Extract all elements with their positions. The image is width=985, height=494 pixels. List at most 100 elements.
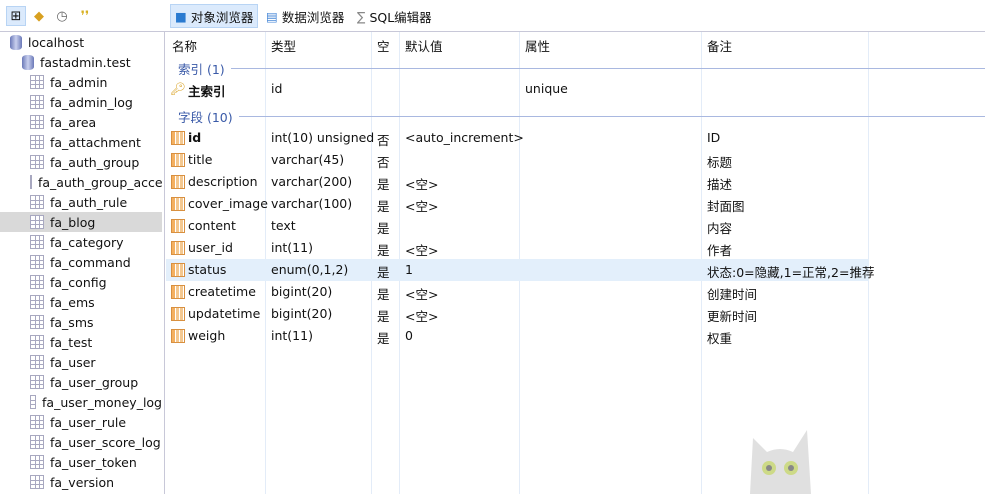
tree-table-fa_user[interactable]: fa_user [0, 352, 162, 372]
structure-grid: 名称 类型 空 默认值 属性 备注 索引 (1) 🔑︎ 主索引 id uniqu… [166, 32, 985, 494]
field-row[interactable]: description varchar(200) 是 <空> 描述 [166, 171, 869, 193]
field-null: 是 [377, 177, 390, 192]
table-icon [30, 315, 44, 329]
field-null: 是 [377, 243, 390, 258]
field-comment: 创建时间 [707, 287, 758, 302]
tree-table-fa_version[interactable]: fa_version [0, 472, 162, 492]
column-icon [171, 329, 185, 343]
field-default: 0 [405, 328, 413, 343]
tree-view-icon[interactable]: ⊞ [6, 6, 26, 26]
table-icon [30, 415, 44, 429]
header-null[interactable]: 空 [377, 36, 390, 55]
tree-table-fa_user_money_log[interactable]: fa_user_money_log [0, 392, 162, 412]
column-icon [171, 285, 185, 299]
field-null: 是 [377, 287, 390, 302]
tree-table-fa_user_score_log[interactable]: fa_user_score_log [0, 432, 162, 452]
column-icon [171, 263, 185, 277]
column-icon [171, 241, 185, 255]
field-row[interactable]: user_id int(11) 是 <空> 作者 [166, 237, 869, 259]
field-type: varchar(200) [271, 174, 353, 189]
sql-editor-icon: ∑ [357, 8, 366, 24]
field-row[interactable]: createtime bigint(20) 是 <空> 创建时间 [166, 281, 869, 303]
object-tree: localhost fastadmin.test fa_admin fa_admi… [0, 32, 165, 494]
footsteps-icon[interactable]: ❜❜ [75, 6, 95, 26]
table-icon [30, 435, 44, 449]
field-default: <auto_increment> [405, 130, 524, 145]
server-icon [10, 34, 22, 50]
field-row[interactable]: status enum(0,1,2) 是 1 状态:0=隐藏,1=正常,2=推荐 [166, 259, 874, 281]
table-icon [30, 235, 44, 249]
index-row[interactable]: 🔑︎ 主索引 id unique [166, 78, 869, 100]
tree-table-fa_category[interactable]: fa_category [0, 232, 162, 252]
object-browser-icon: ■ [175, 8, 187, 24]
tree-table-fa_auth_rule[interactable]: fa_auth_rule [0, 192, 162, 212]
column-icon [171, 197, 185, 211]
field-type: varchar(45) [271, 152, 345, 167]
field-type: varchar(100) [271, 196, 353, 211]
field-null: 是 [377, 199, 390, 214]
table-icon [30, 195, 44, 209]
toolbar: ⊞ ◆ ◷ ❜❜ ■ 对象浏览器 ▤ 数据浏览器 ∑ SQL编辑器 [0, 0, 985, 32]
table-icon [30, 375, 44, 389]
header-name[interactable]: 名称 [172, 36, 197, 55]
table-icon [30, 95, 44, 109]
table-icon [30, 335, 44, 349]
tree-table-fa_user_token[interactable]: fa_user_token [0, 452, 162, 472]
header-attribute[interactable]: 属性 [525, 36, 550, 55]
tab-sql-editor[interactable]: ∑ SQL编辑器 [353, 4, 436, 28]
field-type: text [271, 218, 296, 233]
tree-table-fa_auth_group[interactable]: fa_auth_group [0, 152, 162, 172]
field-null: 是 [377, 221, 390, 236]
tab-data-browser[interactable]: ▤ 数据浏览器 [262, 4, 348, 28]
field-default: <空> [405, 243, 439, 258]
tree-table-fa_blog[interactable]: fa_blog [0, 212, 162, 232]
tree-database[interactable]: fastadmin.test [0, 52, 162, 72]
table-icon [30, 295, 44, 309]
field-type: enum(0,1,2) [271, 262, 349, 277]
field-row[interactable]: id int(10) unsigned 否 <auto_increment> ID [166, 127, 869, 149]
key-icon: 🔑︎ [170, 81, 186, 96]
history-icon[interactable]: ◷ [52, 6, 72, 26]
tree-table-fa_user_rule[interactable]: fa_user_rule [0, 412, 162, 432]
header-type[interactable]: 类型 [271, 36, 296, 55]
header-comment[interactable]: 备注 [707, 36, 732, 55]
table-icon [30, 75, 44, 89]
field-row[interactable]: cover_image varchar(100) 是 <空> 封面图 [166, 193, 869, 215]
tree-table-fa_config[interactable]: fa_config [0, 272, 162, 292]
tree-server-localhost[interactable]: localhost [0, 32, 162, 52]
column-icon [171, 307, 185, 321]
column-icon [171, 219, 185, 233]
tree-table-fa_test[interactable]: fa_test [0, 332, 162, 352]
field-row[interactable]: title varchar(45) 否 标题 [166, 149, 869, 171]
tree-table-fa_user_group[interactable]: fa_user_group [0, 372, 162, 392]
field-name: status [188, 262, 227, 277]
column-icon [171, 153, 185, 167]
table-icon [30, 455, 44, 469]
table-icon [30, 475, 44, 489]
field-comment: 封面图 [707, 199, 745, 214]
index-group-header[interactable]: 索引 (1) [178, 59, 985, 78]
objects-icon[interactable]: ◆ [29, 6, 49, 26]
tree-table-fa_ems[interactable]: fa_ems [0, 292, 162, 312]
table-icon [30, 115, 44, 129]
tree-table-fa_admin[interactable]: fa_admin [0, 72, 162, 92]
tree-table-fa_command[interactable]: fa_command [0, 252, 162, 272]
cat-watermark-icon [750, 430, 811, 494]
field-group-header[interactable]: 字段 (10) [178, 107, 985, 126]
field-comment: 更新时间 [707, 309, 758, 324]
field-default: 1 [405, 262, 413, 277]
table-icon [30, 155, 44, 169]
tree-table-fa_area[interactable]: fa_area [0, 112, 162, 132]
table-icon [30, 215, 44, 229]
tree-table-fa_admin_log[interactable]: fa_admin_log [0, 92, 162, 112]
field-row[interactable]: updatetime bigint(20) 是 <空> 更新时间 [166, 303, 869, 325]
field-row[interactable]: content text 是 内容 [166, 215, 869, 237]
field-row[interactable]: weigh int(11) 是 0 权重 [166, 325, 869, 347]
header-default[interactable]: 默认值 [405, 36, 443, 55]
tree-table-fa_auth_group_acce[interactable]: fa_auth_group_acce [0, 172, 163, 192]
tab-object-browser[interactable]: ■ 对象浏览器 [170, 4, 259, 28]
tree-table-fa_sms[interactable]: fa_sms [0, 312, 162, 332]
tree-table-fa_attachment[interactable]: fa_attachment [0, 132, 162, 152]
field-comment: 状态:0=隐藏,1=正常,2=推荐 [707, 265, 875, 280]
field-null: 否 [377, 155, 390, 170]
